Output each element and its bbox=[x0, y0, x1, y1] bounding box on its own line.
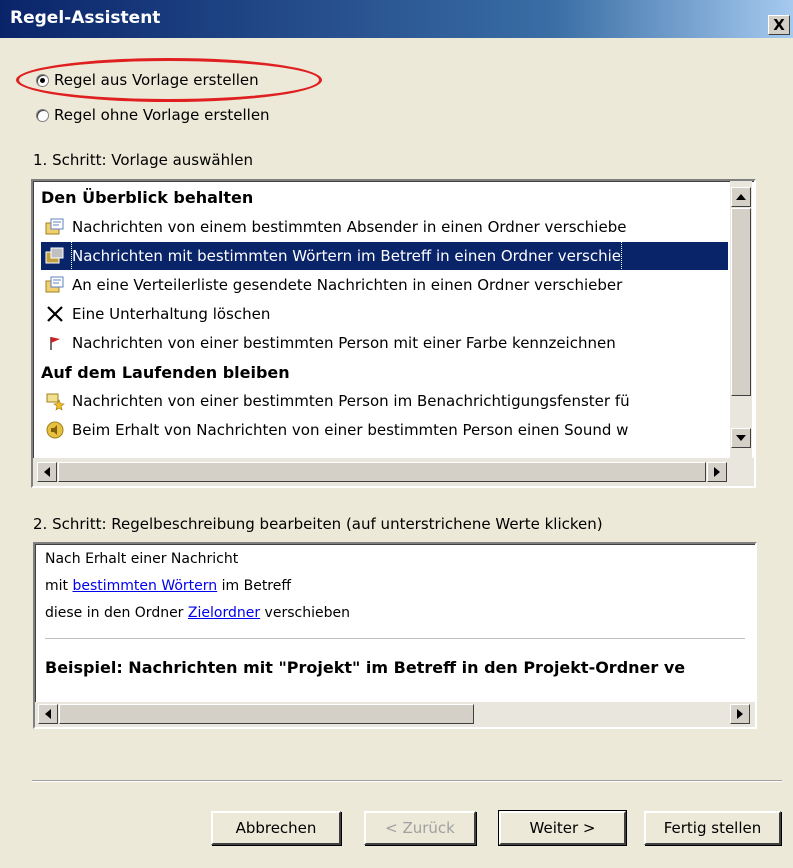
arrow-left-icon bbox=[45, 709, 51, 719]
title-bar: Regel-Assistent bbox=[0, 0, 793, 38]
radio-button-unchecked[interactable] bbox=[36, 109, 49, 122]
alert-envelope-icon bbox=[46, 393, 65, 411]
specific-words-link[interactable]: bestimmten Wörtern bbox=[72, 578, 217, 594]
arrow-left-icon bbox=[44, 467, 50, 477]
arrow-up-icon bbox=[736, 194, 746, 200]
group-heading: Auf dem Laufenden bleiben bbox=[41, 363, 290, 382]
list-item[interactable]: Eine Unterhaltung löschen bbox=[41, 300, 728, 328]
list-item[interactable]: Nachrichten von einer bestimmten Person … bbox=[41, 329, 728, 357]
list-item[interactable]: Nachrichten von einer bestimmten Person … bbox=[41, 387, 728, 415]
button-area-divider bbox=[32, 780, 782, 782]
list-item-selected[interactable]: Nachrichten mit bestimmten Wörtern im Be… bbox=[41, 241, 728, 271]
scroll-left-button[interactable] bbox=[37, 462, 57, 482]
red-flag-icon bbox=[50, 337, 60, 350]
scrollbar-thumb[interactable] bbox=[58, 462, 706, 482]
scroll-left-button[interactable] bbox=[38, 704, 58, 724]
rule-line-2: mit bestimmten Wörtern im Betreff bbox=[45, 578, 292, 594]
group-heading: Den Überblick behalten bbox=[41, 188, 254, 207]
arrow-right-icon bbox=[714, 467, 720, 477]
scroll-up-button[interactable] bbox=[731, 187, 751, 207]
horizontal-scrollbar[interactable] bbox=[33, 458, 754, 486]
list-item[interactable]: An eine Verteilerliste gesendete Nachric… bbox=[41, 271, 728, 299]
rule-example: Beispiel: Nachrichten mit "Projekt" im B… bbox=[45, 658, 686, 677]
rule-line-1: Nach Erhalt einer Nachricht bbox=[45, 551, 239, 567]
scrollbar-thumb[interactable] bbox=[731, 208, 751, 396]
target-folder-link[interactable]: Zielordner bbox=[188, 605, 260, 621]
arrow-right-icon bbox=[737, 709, 743, 719]
move-to-folder-icon bbox=[45, 276, 64, 293]
scroll-right-button[interactable] bbox=[707, 462, 727, 482]
vertical-scrollbar[interactable] bbox=[730, 181, 752, 458]
step2-label: 2. Schritt: Regelbeschreibung bearbeiten… bbox=[33, 515, 603, 533]
window-title: Regel-Assistent bbox=[10, 8, 161, 28]
sound-speaker-icon bbox=[46, 421, 64, 439]
template-list[interactable]: Den Überblick behalten Nachrichten von e… bbox=[31, 179, 756, 488]
scroll-down-button[interactable] bbox=[731, 428, 751, 448]
radio-button-checked[interactable] bbox=[36, 74, 49, 87]
back-button[interactable]: < Zurück bbox=[364, 811, 476, 845]
horizontal-scrollbar[interactable] bbox=[35, 702, 755, 727]
move-to-folder-icon bbox=[45, 247, 64, 264]
step1-label: 1. Schritt: Vorlage auswählen bbox=[33, 151, 253, 169]
delete-x-icon bbox=[47, 306, 63, 322]
scrollbar-thumb[interactable] bbox=[59, 704, 474, 724]
arrow-down-icon bbox=[736, 435, 746, 441]
list-item[interactable]: Beim Erhalt von Nachrichten von einer be… bbox=[41, 416, 728, 444]
close-button[interactable]: X bbox=[768, 15, 790, 35]
radio-label-without-template: Regel ohne Vorlage erstellen bbox=[54, 106, 270, 124]
list-item[interactable]: Nachrichten von einem bestimmten Absende… bbox=[41, 213, 728, 241]
finish-button[interactable]: Fertig stellen bbox=[644, 811, 781, 845]
radio-label-from-template: Regel aus Vorlage erstellen bbox=[54, 71, 259, 89]
rule-description-box[interactable]: Nach Erhalt einer Nachricht mit bestimmt… bbox=[33, 542, 757, 729]
next-button[interactable]: Weiter > bbox=[498, 810, 627, 846]
scroll-right-button[interactable] bbox=[730, 704, 750, 724]
cancel-button[interactable]: Abbrechen bbox=[211, 811, 341, 845]
rule-line-3: diese in den Ordner Zielordner verschieb… bbox=[45, 605, 350, 621]
move-to-folder-icon bbox=[45, 218, 64, 235]
separator bbox=[45, 638, 745, 639]
close-icon: X bbox=[773, 16, 785, 34]
